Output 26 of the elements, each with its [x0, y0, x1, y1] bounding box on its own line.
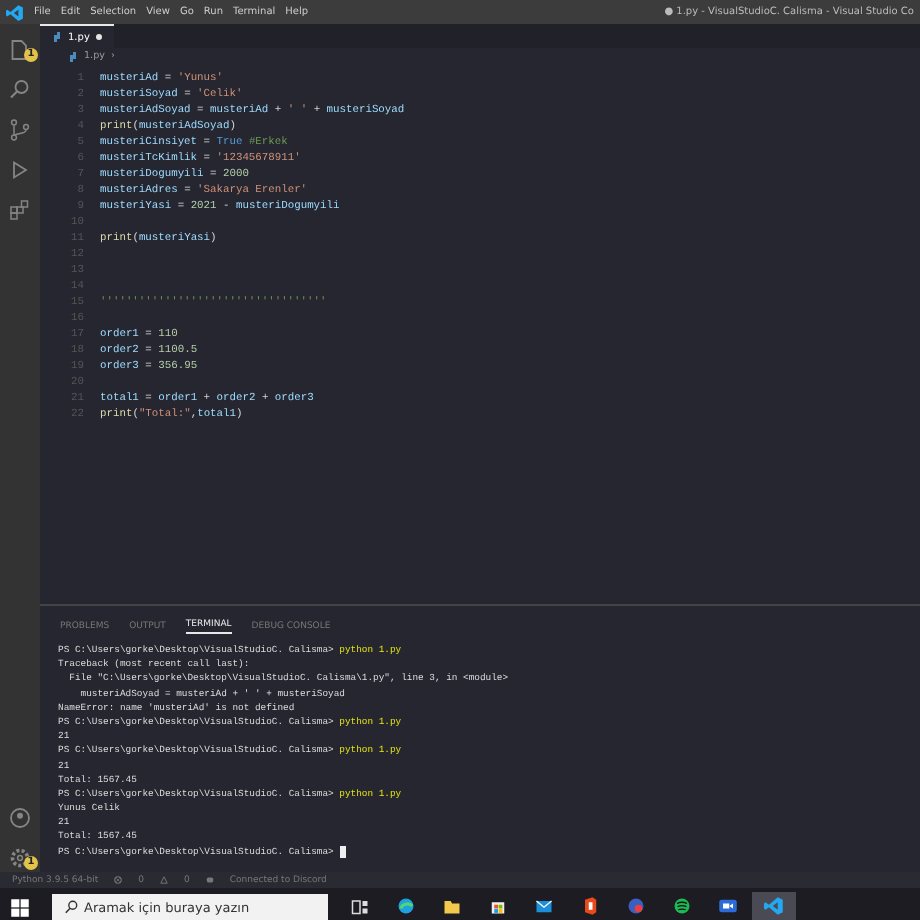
mail-icon [533, 896, 553, 916]
branch-icon[interactable] [8, 118, 32, 142]
folder-icon [441, 896, 461, 916]
play-icon[interactable] [8, 158, 32, 182]
video-camera-icon [717, 896, 737, 916]
files-icon[interactable] [8, 38, 32, 62]
code-editor-icon [6, 3, 24, 21]
shopping-bag-icon [487, 896, 507, 916]
search-icon [64, 900, 78, 914]
code-editor-icon [763, 896, 783, 916]
blocks-icon[interactable] [8, 198, 32, 222]
taskbar-button[interactable] [751, 892, 795, 920]
account-icon[interactable] [8, 806, 32, 830]
error-icon [114, 876, 123, 884]
search-icon[interactable] [8, 78, 32, 102]
python-icon [68, 52, 78, 62]
windows-logo-icon[interactable] [10, 897, 30, 917]
sound-waves-icon [671, 896, 691, 916]
round-app-icon [625, 896, 645, 916]
office-icon [579, 896, 599, 916]
window-stack-icon [349, 896, 369, 916]
settings-icon[interactable] [8, 846, 32, 870]
controller-icon [205, 876, 214, 884]
warning-icon [160, 876, 169, 884]
swirl-icon [395, 896, 415, 916]
python-icon [52, 32, 62, 42]
